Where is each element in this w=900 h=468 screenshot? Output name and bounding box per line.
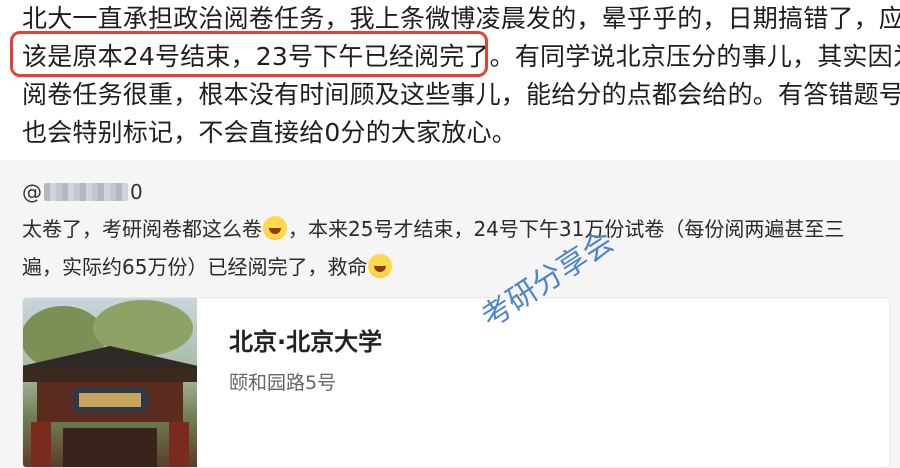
at-sign: @ (22, 180, 42, 204)
repost-text-2a: 遍，实际约65万份）已经阅完了，救命 (22, 255, 368, 279)
repost-text-1a: 太卷了，考研阅卷都这么卷 (22, 217, 262, 241)
repost-username[interactable]: @ 0 (22, 180, 143, 204)
location-title: 北京·北京大学 (229, 328, 383, 356)
post-body: 北大一直承担政治阅卷任务，我上条微博凌晨发的，晕乎乎的，日期搞错了，应 该是原本… (10, 0, 900, 152)
repost-line-1: 太卷了，考研阅卷都这么卷 ，本来25号才结束，24号下午31万份试卷（每份阅两遍甚… (22, 214, 844, 244)
location-thumbnail (23, 298, 197, 467)
username-suffix: 0 (130, 180, 143, 204)
location-address: 颐和园路5号 (229, 372, 337, 394)
post-line-2: 该是原本24号结束，23号下午已经阅完了。有同学说北京压分的事儿，其实因为 (22, 38, 900, 76)
laugh-cry-emoji-icon (368, 254, 393, 278)
blurred-username (44, 183, 128, 201)
highlighted-text: 该是原本24号结束，23号下午已经阅完了。 (22, 42, 515, 71)
post-line-4: 也会特别标记，不会直接给0分的大家放心。 (22, 118, 517, 147)
post-line-2-rest: 有同学说北京压分的事儿，其实因为 (514, 42, 900, 71)
gate-illustration (23, 300, 197, 467)
laugh-cry-emoji-icon (263, 216, 287, 240)
location-card[interactable]: 北京·北京大学 颐和园路5号 (22, 297, 890, 468)
post-line-1: 北大一直承担政治阅卷任务，我上条微博凌晨发的，晕乎乎的，日期搞错了，应 (22, 4, 900, 33)
repost-line-2: 遍，实际约65万份）已经阅完了，救命 (22, 252, 393, 282)
post-line-3: 阅卷任务很重，根本没有时间顾及这些事儿，能给分的点都会给的。有答错题号 (22, 80, 900, 109)
repost-panel[interactable]: @ 0 太卷了，考研阅卷都这么卷 ，本来25号才结束，24号下午31万份试卷（每份… (0, 160, 900, 468)
